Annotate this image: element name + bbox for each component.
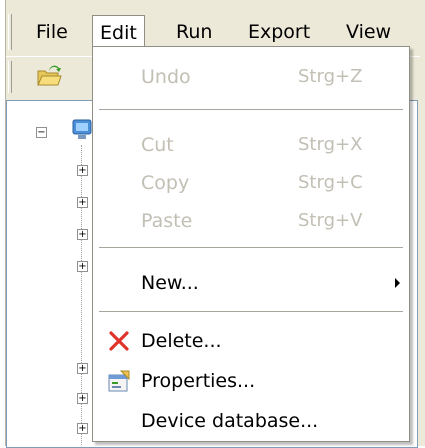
submenu-arrow-icon <box>395 278 400 288</box>
menu-item-shortcut: Strg+C <box>298 172 363 193</box>
tree-expand-button[interactable]: + <box>77 197 88 208</box>
tree-expand-button[interactable]: + <box>77 363 88 374</box>
menu-item-label: Device database... <box>141 410 319 432</box>
menu-item-label: Copy <box>141 172 190 194</box>
menu-item-shortcut: Strg+X <box>298 134 363 155</box>
tree-expand-button[interactable]: + <box>77 165 88 176</box>
tree-expand-button[interactable]: + <box>77 393 88 404</box>
properties-icon <box>108 370 130 392</box>
menu-item-shortcut: Strg+Z <box>298 66 363 87</box>
menu-item-label: Cut <box>141 134 174 156</box>
menu-item-undo[interactable]: Undo Strg+Z <box>93 57 409 97</box>
tree-expand-button[interactable]: + <box>77 423 88 434</box>
menu-item-copy[interactable]: Copy Strg+C <box>93 163 409 203</box>
menu-item-device-database[interactable]: Device database... <box>93 401 409 441</box>
menu-file[interactable]: File <box>32 16 72 48</box>
menu-item-paste[interactable]: Paste Strg+V <box>93 201 409 241</box>
tree-expand-button[interactable]: + <box>77 229 88 240</box>
edit-menu-dropdown: Undo Strg+Z Cut Strg+X Copy Strg+C Paste… <box>92 46 410 442</box>
red-x-delete-icon <box>109 331 129 351</box>
menu-item-label: Undo <box>141 66 191 88</box>
menubar-grip[interactable] <box>8 14 12 50</box>
menu-item-label: Delete... <box>141 330 222 352</box>
menu-view[interactable]: View <box>342 16 395 48</box>
menu-item-label: New... <box>141 272 199 294</box>
menu-export[interactable]: Export <box>244 16 314 48</box>
toolbar-grip[interactable] <box>8 61 12 93</box>
network-computer-icon <box>72 119 92 139</box>
menu-separator <box>99 109 403 111</box>
menu-separator <box>99 311 403 313</box>
menu-separator <box>99 247 403 249</box>
menu-item-shortcut: Strg+V <box>298 210 363 231</box>
menu-item-new[interactable]: New... <box>93 263 409 303</box>
menu-item-label: Properties... <box>141 370 256 392</box>
menu-item-delete[interactable]: Delete... <box>93 321 409 361</box>
menu-run[interactable]: Run <box>172 16 216 48</box>
open-folder-icon[interactable] <box>36 64 62 88</box>
menu-item-properties[interactable]: Properties... <box>93 361 409 401</box>
tree-expand-button[interactable]: + <box>77 261 88 272</box>
menu-item-label: Paste <box>141 210 193 232</box>
menu-item-cut[interactable]: Cut Strg+X <box>93 125 409 165</box>
tree-collapse-button[interactable]: − <box>36 127 47 138</box>
